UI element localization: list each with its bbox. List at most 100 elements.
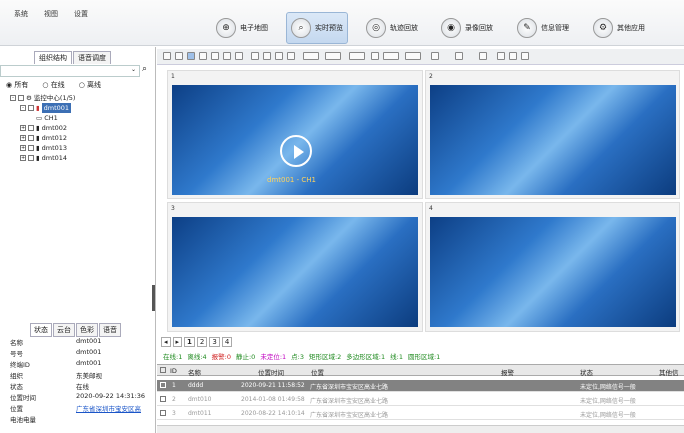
location-link[interactable]: 广东省深圳市宝安区高	[76, 403, 141, 413]
col-id[interactable]: ID	[170, 367, 177, 375]
device-icon: ▮	[36, 144, 40, 152]
prop-row: 名称 dmt001	[10, 337, 102, 347]
nav-other-apps-button[interactable]: ⚙ 其他应用	[593, 12, 645, 44]
stat-unlocated: 未定位:1	[260, 353, 287, 361]
radio-online[interactable]: ○ 在线	[42, 80, 64, 90]
page-tab-4[interactable]: 4	[221, 336, 233, 347]
tree-item-ch1[interactable]: ▭ CH1	[10, 113, 75, 123]
expand-icon[interactable]	[521, 52, 529, 60]
stop-dropdown[interactable]	[405, 52, 421, 60]
tree-item-dmt014[interactable]: + ▮ dmt014	[10, 153, 75, 163]
status-filter: ◉ 所有 ○ 在线 ○ 离线	[6, 80, 101, 90]
col-alarm[interactable]: 报警	[501, 367, 514, 377]
device-tree: - ⚙ 监控中心(1/5) - ▮ dmt001 ▭ CH1 + ▮ dmt002 +…	[10, 93, 75, 163]
nav-info-manage-button[interactable]: ✎ 信息管理	[517, 12, 569, 44]
zoom-out-icon[interactable]	[263, 52, 271, 60]
device-icon: ▮	[36, 104, 40, 112]
fullscreen-icon[interactable]	[287, 52, 295, 60]
nav-record-playback-button[interactable]: ◉ 录像回放	[441, 12, 493, 44]
tab-organization[interactable]: 组织结构	[34, 51, 72, 64]
video-feed	[430, 217, 676, 327]
tab-status[interactable]: 状态	[30, 323, 52, 337]
record-icon: ◉	[441, 18, 461, 38]
layout-4-icon[interactable]	[187, 52, 195, 60]
zoom-in-icon[interactable]	[251, 52, 259, 60]
col-time[interactable]: 位置时间	[258, 367, 284, 377]
device-icon: ▮	[36, 154, 40, 162]
tree-item-dmt012[interactable]: + ▮ dmt012	[10, 133, 75, 143]
col-location[interactable]: 位置	[311, 367, 324, 377]
search-icon[interactable]: ⌕	[142, 64, 147, 74]
mute-icon[interactable]	[371, 52, 379, 60]
nav-realtime-button[interactable]: ⌕ 实时预览	[286, 12, 348, 44]
chevron-down-icon[interactable]: ⌄	[131, 66, 136, 73]
table-row[interactable]: 3 dmt011 2020-08-22 14:10:14 广东省深圳市宝安区高业…	[157, 408, 684, 420]
grid-icon[interactable]	[509, 52, 517, 60]
select-all-checkbox[interactable]	[160, 367, 168, 375]
table-row[interactable]: 2 dmt010 2014-01-08 01:49:58 广东省深圳市宝安区高业…	[157, 394, 684, 406]
layout-9-icon[interactable]	[223, 52, 231, 60]
video-feed: dmt001 - CH1	[172, 85, 418, 195]
page-tabs: ◂ ▸ 1 2 3 4	[157, 336, 684, 347]
menu-system[interactable]: 系统	[14, 9, 28, 19]
nav-track-playback-button[interactable]: ◎ 轨迹回放	[366, 12, 418, 44]
col-other[interactable]: 其他信	[659, 367, 679, 377]
col-status[interactable]: 状态	[580, 367, 593, 377]
page-tab-3[interactable]: 3	[209, 336, 220, 347]
col-name[interactable]: 名称	[188, 367, 201, 377]
panel-splitter[interactable]	[152, 285, 155, 311]
properties-panel: 状态 云台 色彩 语音 名称 dmt001 号号 dmt001 终端ID dmt001…	[0, 321, 156, 433]
camera-dropdown[interactable]	[349, 52, 365, 60]
video-cell-3[interactable]: 3	[167, 202, 423, 332]
tree-item-dmt001[interactable]: - ▮ dmt001	[10, 103, 75, 113]
page-tab-1[interactable]: 1	[184, 336, 195, 347]
save-icon[interactable]	[431, 52, 439, 60]
next-page-button[interactable]: ▸	[172, 336, 183, 347]
prop-row: 终端ID dmt001	[10, 359, 102, 369]
snapshot-icon[interactable]	[275, 52, 283, 60]
video-cell-1[interactable]: 1 dmt001 - CH1	[167, 70, 423, 199]
tab-voice-dispatch[interactable]: 语音调度	[73, 51, 111, 64]
layout-8-icon[interactable]	[211, 52, 219, 60]
row-checkbox[interactable]	[160, 382, 168, 390]
stat-lines: 线:1	[390, 353, 403, 361]
radio-all[interactable]: ◉ 所有	[6, 80, 28, 90]
layout-1-icon[interactable]	[163, 52, 171, 60]
video-caption: dmt001 - CH1	[267, 176, 316, 184]
play-dropdown[interactable]	[383, 52, 399, 60]
row-checkbox[interactable]	[160, 410, 168, 418]
prev-page-button[interactable]: ◂	[161, 336, 171, 347]
play-icon[interactable]	[280, 135, 312, 167]
tab-color[interactable]: 色彩	[76, 323, 98, 337]
top-menubar: 系统 视图 设置 ⊕ 电子地图 ⌕ 实时预览 ◎ 轨迹回放 ◉ 录像回放 ✎ 信息管理 ⚙…	[0, 0, 684, 46]
video-cell-2[interactable]: 2	[425, 70, 680, 199]
layout-6-icon[interactable]	[199, 52, 207, 60]
layout-2-icon[interactable]	[175, 52, 183, 60]
search-input[interactable]	[0, 65, 140, 77]
prop-row: 位置 广东省深圳市宝安区高	[10, 403, 141, 413]
delete-icon[interactable]	[479, 52, 487, 60]
tab-ptz[interactable]: 云台	[53, 323, 75, 337]
horizontal-scrollbar[interactable]	[157, 425, 684, 433]
left-tabs: 组织结构 语音调度	[34, 51, 112, 64]
monitor-dropdown[interactable]	[325, 52, 341, 60]
video-cell-4[interactable]: 4	[425, 202, 680, 332]
nav-emap-button[interactable]: ⊕ 电子地图	[216, 12, 268, 44]
tab-voice[interactable]: 语音	[99, 323, 121, 337]
tree-item-dmt002[interactable]: + ▮ dmt002	[10, 123, 75, 133]
row-checkbox[interactable]	[160, 396, 168, 404]
radio-offline[interactable]: ○ 离线	[79, 80, 101, 90]
page-tab-2[interactable]: 2	[196, 336, 208, 347]
device-icon: ▮	[36, 124, 40, 132]
layout-16-icon[interactable]	[235, 52, 243, 60]
file-icon[interactable]	[455, 52, 463, 60]
stream-dropdown[interactable]	[303, 52, 319, 60]
tree-root[interactable]: - ⚙ 监控中心(1/5)	[10, 93, 75, 103]
add-icon[interactable]	[497, 52, 505, 60]
menu-view[interactable]: 视图	[44, 9, 58, 19]
table-row[interactable]: 1 dddd 2020-09-21 11:58:52 广东省深圳市宝安区高业七路…	[157, 380, 684, 392]
menu-settings[interactable]: 设置	[74, 9, 88, 19]
table-header: ID 名称 位置时间 位置 报警 状态 其他信	[157, 364, 684, 377]
prop-row: 号号 dmt001	[10, 348, 102, 358]
tree-item-dmt013[interactable]: + ▮ dmt013	[10, 143, 75, 153]
